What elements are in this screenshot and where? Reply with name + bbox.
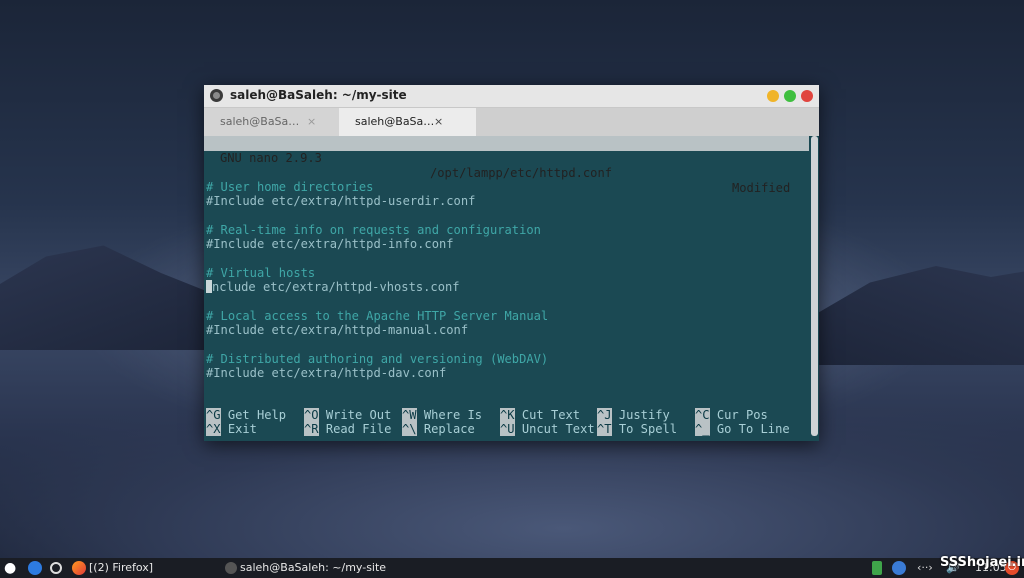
shortcut-key: ^J [597,408,612,422]
nano-shortcut: ^R Read File [304,422,391,436]
shortcut-key: ^X [206,422,221,436]
shortcut-key: ^U [500,422,515,436]
shortcut-key: ^T [597,422,612,436]
nano-shortcut: ^K Cut Text [500,408,580,422]
shortcut-key: ^G [206,408,221,422]
terminal-area[interactable]: GNU nano 2.9.3 /opt/lampp/etc/httpd.conf… [204,136,819,441]
terminal-window: saleh@BaSaleh: ~/my-site saleh@BaSa… × s… [204,85,819,441]
terminal-task-icon[interactable] [225,562,237,574]
browser-launcher-icon[interactable] [28,561,42,575]
maximize-button[interactable] [784,90,796,102]
tab-label: saleh@BaSa… [355,115,435,128]
shortcut-label: To Spell [611,422,678,436]
shortcut-key: ^W [402,408,417,422]
nano-shortcut: ^G Get Help [206,408,286,422]
minimize-button[interactable] [767,90,779,102]
nano-shortcut: ^U Uncut Text [500,422,595,436]
settings-icon[interactable] [50,562,62,574]
shortcut-key: ^R [304,422,319,436]
taskbar-firefox-label[interactable]: [(2) Firefox] [89,561,153,575]
nano-shortcut: ^O Write Out [304,408,391,422]
editor-line: #Include etc/extra/httpd-userdir.conf [206,194,476,208]
editor-line: # Virtual hosts [206,266,316,280]
terminal-scrollbar[interactable] [811,136,818,436]
nano-shortcut: ^\ Replace [402,422,475,436]
tab-bar: saleh@BaSa… × saleh@BaSa… × [204,108,819,137]
shortcut-label: Write Out [318,408,392,422]
battery-icon[interactable] [872,561,882,575]
watermark: SSShojaei.ir [940,555,1024,570]
tab-close-icon[interactable]: × [307,108,316,136]
window-titlebar[interactable]: saleh@BaSaleh: ~/my-site [204,85,819,108]
nano-shortcut: ^T To Spell [597,422,677,436]
nano-shortcut: ^_ Go To Line [695,422,790,436]
shortcut-label: Justify [611,408,670,422]
editor-line: #Include etc/extra/httpd-dav.conf [206,366,447,380]
shortcut-label: Cut Text [514,408,581,422]
editor-line: #Include etc/extra/httpd-manual.conf [206,323,469,337]
editor-line: # Real-time info on requests and configu… [206,223,541,237]
sync-icon[interactable] [892,561,906,575]
shortcut-label: Exit [220,422,257,436]
apple-menu-icon[interactable]: ● [4,561,18,575]
shortcut-label: Go To Line [709,422,790,436]
shortcut-label: Replace [416,422,475,436]
editor-line: #Include etc/extra/httpd-info.conf [206,237,454,251]
shortcut-label: Read File [318,422,392,436]
editor-line: # User home directories [206,180,374,194]
shortcut-label: Uncut Text [514,422,595,436]
nano-version: GNU nano 2.9.3 [220,151,322,165]
tab-close-icon[interactable]: × [434,108,443,136]
taskbar: ● [(2) Firefox] saleh@BaSaleh: ~/my-site… [0,558,1024,578]
nano-shortcut: ^J Justify [597,408,670,422]
taskbar-terminal-label[interactable]: saleh@BaSaleh: ~/my-site [240,561,386,575]
close-button[interactable] [801,90,813,102]
tab-terminal-2[interactable]: saleh@BaSa… × [339,108,476,136]
nano-shortcut: ^C Cur Pos [695,408,768,422]
shortcut-key: ^K [500,408,515,422]
shortcut-key: ^\ [402,422,417,436]
firefox-icon[interactable] [72,561,86,575]
nano-header: GNU nano 2.9.3 /opt/lampp/etc/httpd.conf… [204,136,809,195]
nano-filename: /opt/lampp/etc/httpd.conf [430,166,613,180]
terminal-app-icon [210,89,223,102]
network-icon[interactable]: ‹··› [917,561,933,575]
nano-shortcut: ^W Where Is [402,408,482,422]
shortcut-key: ^O [304,408,319,422]
nano-shortcut: ^X Exit [206,422,257,436]
editor-line-cursor: nclude etc/extra/httpd-vhosts.conf [206,280,460,294]
editor-line: # Local access to the Apache HTTP Server… [206,309,549,323]
shortcut-label: Where Is [416,408,483,422]
shortcut-label: Get Help [220,408,287,422]
shortcut-key: ^_ [695,422,710,436]
shortcut-key: ^C [695,408,710,422]
editor-line-text: nclude etc/extra/httpd-vhosts.conf [212,280,460,294]
nano-status: Modified [732,181,791,195]
window-title: saleh@BaSaleh: ~/my-site [230,88,407,102]
tab-terminal-1[interactable]: saleh@BaSa… × [204,108,339,136]
editor-line: # Distributed authoring and versioning (… [206,352,549,366]
tab-label: saleh@BaSa… [220,115,300,128]
shortcut-label: Cur Pos [709,408,768,422]
